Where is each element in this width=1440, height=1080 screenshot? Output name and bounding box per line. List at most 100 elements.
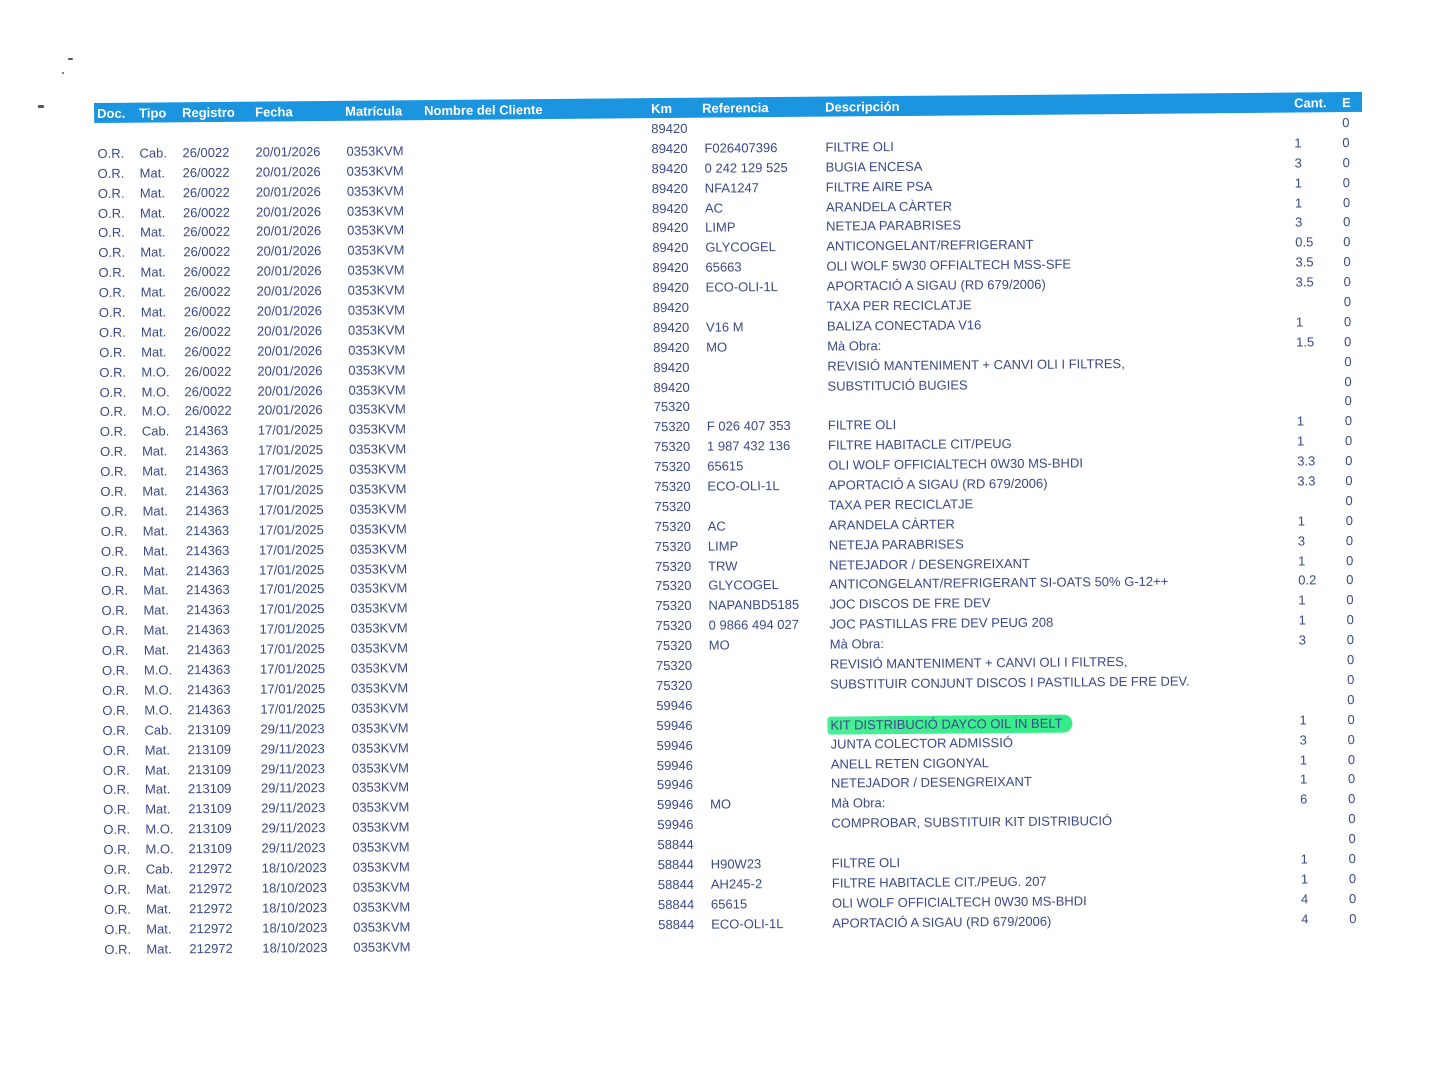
cell-registro: 214363: [186, 661, 231, 678]
cell-km: 75320: [653, 399, 690, 415]
cell-tipo: M.O.: [141, 364, 170, 380]
scan-speck: [68, 58, 73, 60]
cell-registro: 212972: [188, 900, 233, 916]
cell-descripcion: OLI WOLF OFFICIALTECH 0W30 MS-BHDI: [831, 893, 1087, 911]
cell-matricula: 0353KVM: [351, 739, 409, 756]
cell-doc: O.R.: [97, 165, 125, 181]
cell-cant: 1: [1300, 851, 1308, 867]
cell-cant: 1: [1294, 195, 1303, 211]
cell-doc: O.R.: [100, 503, 128, 519]
cell-doc: O.R.: [104, 941, 132, 957]
cell-matricula: 0353KVM: [349, 501, 407, 517]
cell-fecha: 29/11/2023: [260, 720, 325, 737]
cell-km: 89420: [651, 200, 689, 216]
cell-tipo: Mat.: [145, 901, 172, 917]
cell-fecha: 20/01/2026: [256, 283, 322, 299]
cell-fecha: 18/10/2023: [261, 899, 328, 916]
cell-cant: 0.5: [1295, 234, 1314, 250]
cell-doc: O.R.: [98, 245, 126, 261]
cell-registro: 212972: [189, 940, 233, 956]
cell-referencia: 1 987 432 136: [706, 438, 791, 454]
cell-matricula: 0353KVM: [347, 302, 405, 318]
cell-e: 0: [1345, 473, 1353, 489]
cell-km: 75320: [655, 598, 692, 614]
cell-e: 0: [1347, 671, 1355, 688]
cell-km: 59946: [656, 757, 694, 773]
cell-doc: O.R.: [101, 622, 129, 639]
cell-km: 89420: [651, 120, 688, 137]
cell-referencia: GLYCOGEL: [708, 577, 779, 594]
cell-e: 0: [1344, 373, 1352, 389]
cell-tipo: Mat.: [143, 602, 169, 618]
cell-referencia: 0 9866 494 027: [708, 617, 800, 633]
cell-tipo: Mat.: [142, 503, 168, 519]
header-fecha: Fecha: [255, 104, 293, 120]
cell-cant: 1: [1298, 592, 1306, 608]
cell-doc: O.R.: [98, 304, 126, 320]
cell-registro: 214363: [184, 423, 229, 439]
cell-km: 75320: [653, 439, 691, 455]
cell-descripcion: OLI WOLF 5W30 OFFIALTECH MSS-SFE: [826, 256, 1072, 274]
cell-fecha: 17/01/2025: [259, 661, 326, 677]
cell-doc: O.R.: [98, 264, 126, 281]
cell-matricula: 0353KVM: [351, 779, 410, 796]
cell-e: 0: [1346, 572, 1354, 588]
cell-fecha: 20/01/2026: [257, 342, 323, 359]
cell-referencia: V16 M: [705, 319, 744, 335]
cell-registro: 213109: [188, 840, 232, 857]
cell-descripcion: SUBSTITUCIÓ BUGIES: [827, 376, 968, 394]
cell-registro: 214363: [186, 602, 230, 618]
cell-cant: 3: [1294, 155, 1302, 171]
cell-registro: 214363: [185, 502, 230, 519]
header-doc: Doc.: [97, 105, 126, 121]
cell-e: 0: [1342, 115, 1350, 131]
cell-tipo: Mat.: [140, 244, 166, 260]
cell-e: 0: [1342, 174, 1351, 190]
cell-descripcion: REVISIÓ MANTENIMENT + CANVI OLI I FILTRE…: [827, 355, 1125, 374]
cell-referencia: GLYCOGEL: [705, 239, 776, 256]
cell-descripcion: OLI WOLF OFFICIALTECH 0W30 MS-BHDI: [828, 455, 1083, 473]
cell-doc: O.R.: [99, 404, 127, 420]
cell-fecha: 17/01/2025: [260, 700, 326, 717]
cell-matricula: 0353KVM: [351, 719, 409, 736]
cell-doc: O.R.: [97, 145, 125, 161]
cell-km: 58844: [658, 916, 695, 932]
cell-e: 0: [1342, 134, 1350, 150]
cell-registro: 213109: [187, 781, 232, 797]
cell-matricula: 0353KVM: [352, 899, 411, 915]
cell-km: 89420: [651, 140, 688, 157]
cell-matricula: 0353KVM: [347, 222, 405, 239]
cell-km: 75320: [656, 677, 693, 694]
cell-e: 0: [1346, 612, 1354, 628]
cell-descripcion: SUBSTITUIR CONJUNT DISCOS I PASTILLAS DE…: [830, 673, 1190, 692]
cell-descripcion: JOC PASTILLAS FRE DEV PEUG 208: [829, 614, 1054, 632]
cell-doc: O.R.: [97, 205, 125, 221]
header-descripcion: Descripción: [824, 98, 900, 115]
cell-km: 59946: [656, 777, 694, 793]
cell-doc: O.R.: [103, 881, 131, 897]
cell-km: 58844: [657, 896, 695, 912]
cell-tipo: Mat.: [145, 801, 171, 817]
cell-e: 0: [1347, 751, 1356, 767]
cell-doc: O.R.: [103, 801, 130, 818]
cell-doc: O.R.: [101, 603, 129, 619]
cell-tipo: Mat.: [145, 881, 172, 897]
cell-registro: 214363: [185, 482, 229, 499]
cell-tipo: Cab.: [139, 145, 167, 161]
cell-cant: 3.3: [1297, 453, 1316, 469]
cell-referencia: ECO-OLI-1L: [711, 915, 784, 932]
cell-matricula: 0353KVM: [348, 361, 406, 378]
cell-tipo: Cab.: [141, 423, 170, 439]
cell-referencia: LIMP: [705, 219, 736, 236]
cell-matricula: 0353KVM: [353, 918, 411, 935]
cell-doc: O.R.: [102, 742, 130, 758]
cell-tipo: Mat.: [139, 185, 166, 201]
cell-e: 0: [1348, 870, 1357, 886]
cell-tipo: Mat.: [143, 642, 170, 658]
cell-fecha: 17/01/2025: [259, 561, 325, 578]
cell-descripcion: FILTRE HABITACLE CIT/PEUG: [827, 436, 1012, 453]
cell-registro: 212972: [188, 860, 233, 877]
cell-km: 89420: [651, 180, 688, 196]
cell-tipo: Mat.: [144, 761, 171, 778]
cell-descripcion: COMPROBAR, SUBSTITUIR KIT DISTRIBUCIÓ: [831, 813, 1113, 831]
